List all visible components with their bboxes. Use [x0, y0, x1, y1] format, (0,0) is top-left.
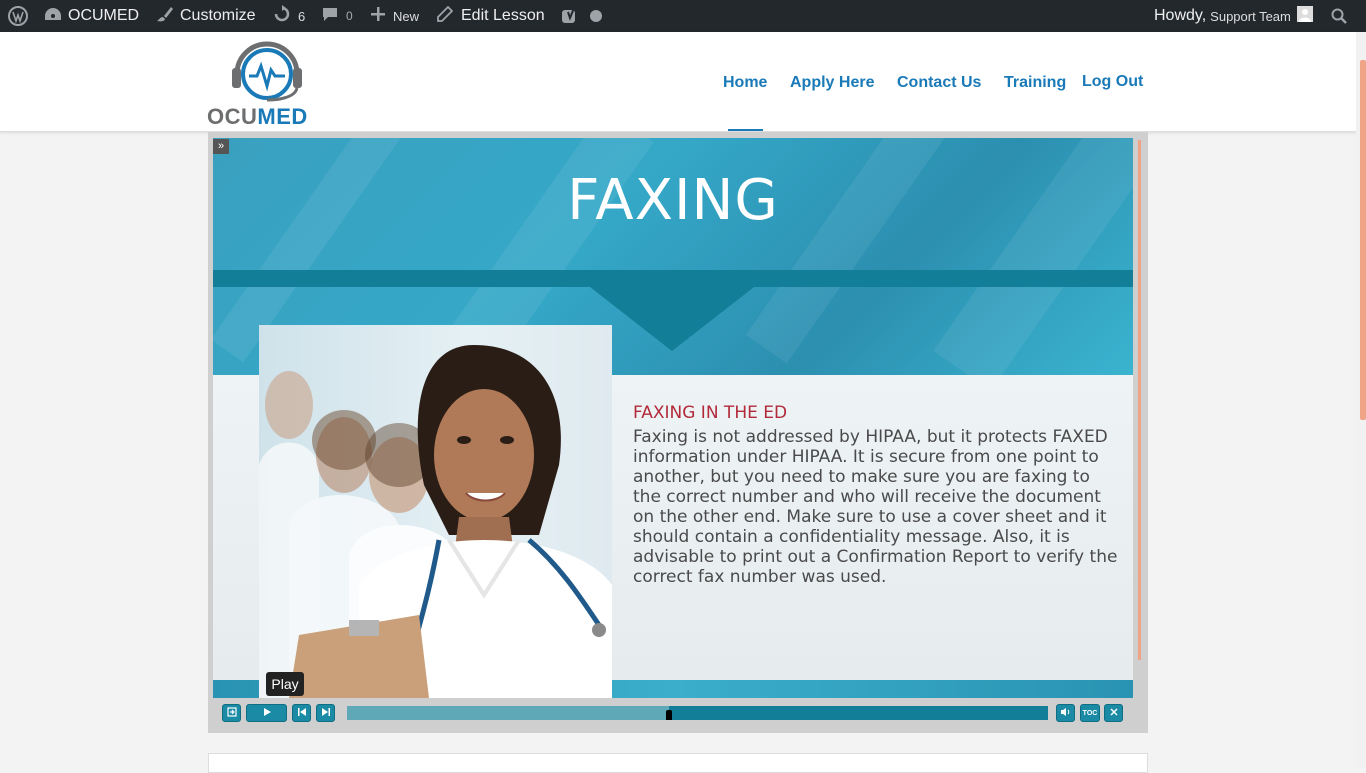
logo-text-med: MED: [257, 104, 308, 129]
logo-text: OCUMED: [207, 104, 329, 130]
pencil-icon: [437, 5, 454, 27]
new-label: New: [393, 8, 420, 24]
nav-log-out[interactable]: Log Out: [1082, 73, 1143, 91]
dashboard-icon: [44, 6, 62, 27]
site-header: OCUMED Home Apply Here Contact Us Traini…: [0, 32, 1356, 132]
previous-button[interactable]: [292, 704, 311, 722]
play-icon: [262, 707, 272, 719]
updates-icon: [273, 4, 291, 28]
logo-mark: [232, 41, 302, 102]
slide-chevron: [590, 287, 754, 351]
howdy-text: Howdy,: [1154, 7, 1207, 24]
lesson-content-card: [208, 753, 1148, 773]
comments-link[interactable]: 0: [322, 0, 353, 32]
wordpress-icon[interactable]: [8, 0, 28, 32]
seek-bar[interactable]: [347, 706, 1048, 720]
slide-band: [213, 270, 1133, 287]
edit-lesson-label: Edit Lesson: [461, 7, 545, 24]
yoast-icon[interactable]: [561, 0, 579, 32]
nav-home[interactable]: Home: [723, 74, 767, 92]
volume-icon: [1060, 707, 1071, 719]
player-side-accent: [1138, 140, 1141, 660]
plus-icon: [371, 6, 385, 26]
nav-training[interactable]: Training: [1004, 74, 1066, 92]
slide-body-text: Faxing is not addressed by HIPAA, but it…: [633, 427, 1118, 587]
comment-icon: [322, 6, 338, 27]
exit-button[interactable]: [222, 704, 241, 722]
user-account-menu[interactable]: Howdy, Support Team: [1154, 0, 1313, 32]
admin-bar: OCUMED Customize 6 0 New Edit Lesson How…: [0, 0, 1366, 32]
avatar-icon: [1296, 5, 1313, 27]
nurse-photo: [259, 325, 612, 698]
user-name: Support Team: [1210, 8, 1291, 24]
seek-bar-handle[interactable]: [666, 710, 672, 720]
play-tooltip: Play: [266, 672, 304, 696]
customize-label: Customize: [180, 7, 256, 24]
active-nav-indicator: [728, 129, 763, 131]
brush-icon: [156, 5, 174, 28]
comments-count: 0: [346, 9, 353, 23]
expand-icon[interactable]: »: [213, 139, 229, 154]
play-button[interactable]: [246, 704, 287, 722]
prev-icon: [297, 707, 307, 719]
status-dot-icon[interactable]: [590, 0, 602, 32]
toc-button[interactable]: TOC: [1080, 704, 1100, 722]
slide-canvas: FAXING FAXING IN THE ED Faxing is not ad…: [213, 138, 1133, 698]
updates-link[interactable]: 6: [273, 0, 305, 32]
site-name: OCUMED: [68, 7, 140, 24]
seek-bar-progress: [347, 706, 669, 720]
site-logo[interactable]: OCUMED: [207, 36, 329, 130]
site-menu[interactable]: OCUMED: [44, 0, 139, 32]
nav-contact-us[interactable]: Contact Us: [897, 74, 981, 92]
slide-heading: FAXING IN THE ED: [633, 403, 788, 423]
next-button[interactable]: [316, 704, 335, 722]
page-scrollbar-thumb[interactable]: [1360, 60, 1366, 420]
new-content-link[interactable]: New: [371, 0, 419, 32]
next-icon: [321, 707, 331, 719]
search-icon[interactable]: [1331, 0, 1347, 32]
close-button[interactable]: [1104, 704, 1123, 722]
exit-icon: [226, 707, 237, 719]
customize-link[interactable]: Customize: [156, 0, 256, 32]
edit-lesson-link[interactable]: Edit Lesson: [437, 0, 545, 32]
close-icon: [1109, 708, 1118, 718]
logo-text-ocu: OCU: [207, 104, 258, 129]
slide-title: FAXING: [567, 168, 779, 233]
volume-button[interactable]: [1056, 704, 1075, 722]
updates-count: 6: [298, 8, 306, 24]
nav-apply-here[interactable]: Apply Here: [790, 74, 874, 92]
